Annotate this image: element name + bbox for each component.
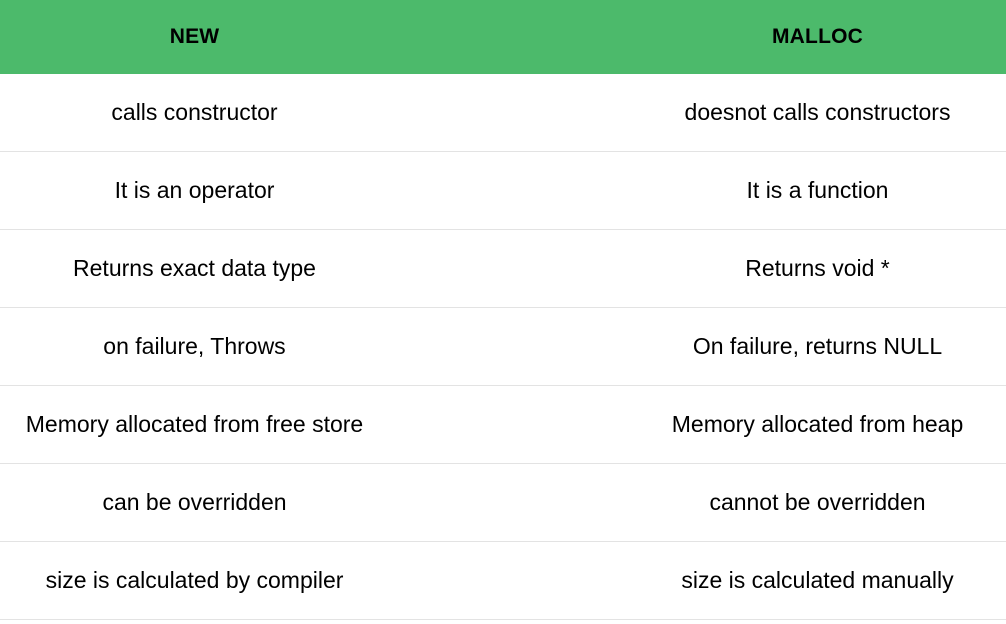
cell-new: on failure, Throws [103, 333, 286, 359]
cell-malloc: It is a function [746, 177, 889, 203]
cell-malloc: cannot be overridden [709, 489, 926, 515]
table-row: on failure, Throws On failure, returns N… [0, 308, 1006, 386]
cell-new: calls constructor [111, 99, 278, 125]
cell-new: It is an operator [114, 177, 275, 203]
cell-malloc: On failure, returns NULL [692, 333, 943, 359]
table-row: Returns exact data type Returns void * [0, 230, 1006, 308]
table-row: size is calculated by compiler size is c… [0, 542, 1006, 620]
cell-new: Returns exact data type [73, 255, 316, 281]
column-header-malloc: MALLOC [771, 24, 863, 48]
table-header-row: NEW MALLOC [0, 0, 1006, 74]
cell-new: Memory allocated from free store [25, 411, 364, 437]
cell-malloc: Memory allocated from heap [671, 411, 964, 437]
cell-malloc: doesnot calls constructors [684, 99, 951, 125]
table-row: can be overridden cannot be overridden [0, 464, 1006, 542]
cell-malloc: size is calculated manually [681, 567, 954, 593]
cell-malloc: Returns void * [745, 255, 890, 281]
table-row: calls constructor doesnot calls construc… [0, 74, 1006, 152]
table-row: Memory allocated from free store Memory … [0, 386, 1006, 464]
cell-new: size is calculated by compiler [45, 567, 344, 593]
comparison-table: NEW MALLOC calls constructor doesnot cal… [0, 0, 1006, 624]
column-header-new: NEW [169, 24, 220, 48]
cell-new: can be overridden [102, 489, 287, 515]
table-row: It is an operator It is a function [0, 152, 1006, 230]
